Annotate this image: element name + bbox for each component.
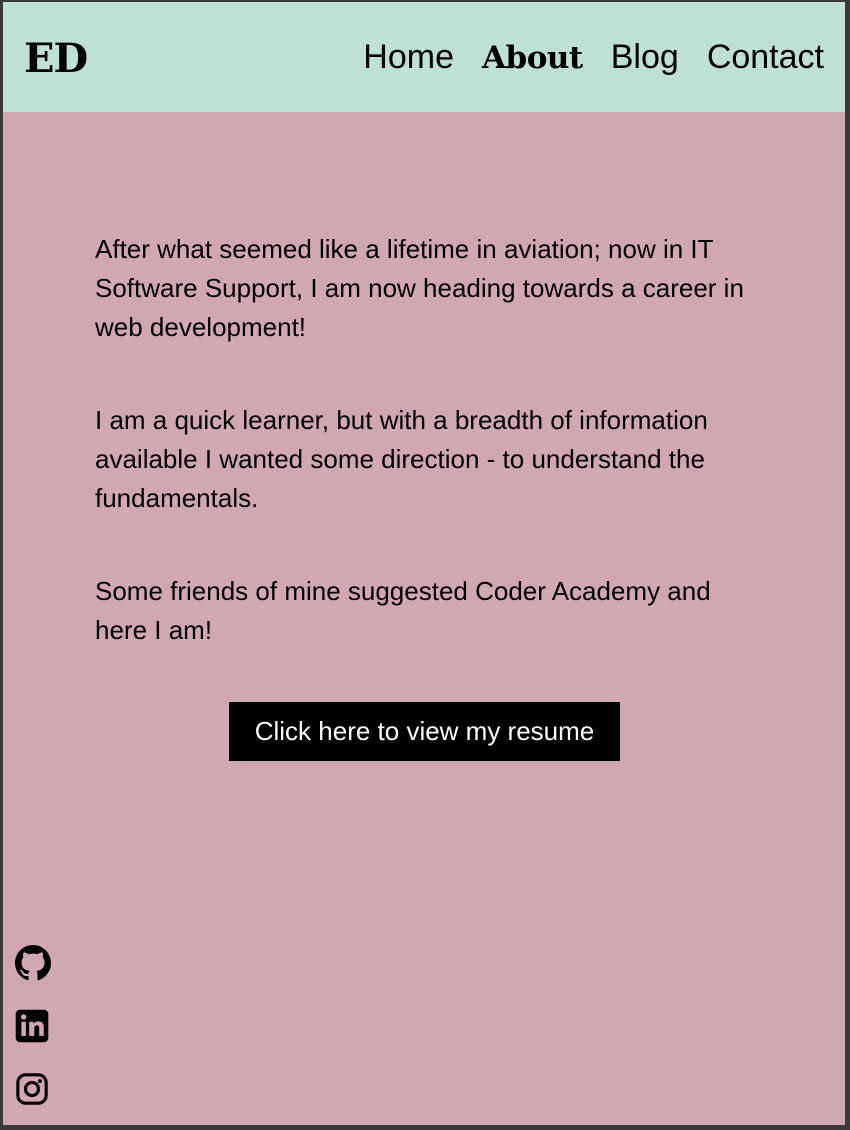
linkedin-icon	[15, 1009, 51, 1043]
instagram-link[interactable]	[15, 1072, 51, 1108]
about-paragraph: Some friends of mine suggested Coder Aca…	[95, 576, 711, 645]
about-paragraph: After what seemed like a lifetime in avi…	[95, 234, 744, 342]
main-nav: Home About Blog Contact	[363, 34, 824, 81]
nav-about[interactable]: About	[482, 35, 583, 81]
logo[interactable]: ED	[24, 35, 88, 83]
nav-blog[interactable]: Blog	[611, 34, 679, 80]
nav-home[interactable]: Home	[363, 34, 454, 80]
view-resume-button[interactable]: Click here to view my resume	[229, 702, 620, 761]
site-header: ED Home About Blog Contact	[3, 2, 845, 112]
about-text: After what seemed like a lifetime in avi…	[95, 230, 755, 704]
nav-contact[interactable]: Contact	[707, 34, 824, 80]
github-icon	[15, 945, 51, 981]
about-paragraph: I am a quick learner, but with a breadth…	[95, 405, 708, 513]
instagram-icon	[15, 1072, 51, 1106]
linkedin-link[interactable]	[15, 1009, 51, 1045]
page: ED Home About Blog Contact After what se…	[3, 2, 845, 1125]
github-link[interactable]	[15, 945, 51, 981]
